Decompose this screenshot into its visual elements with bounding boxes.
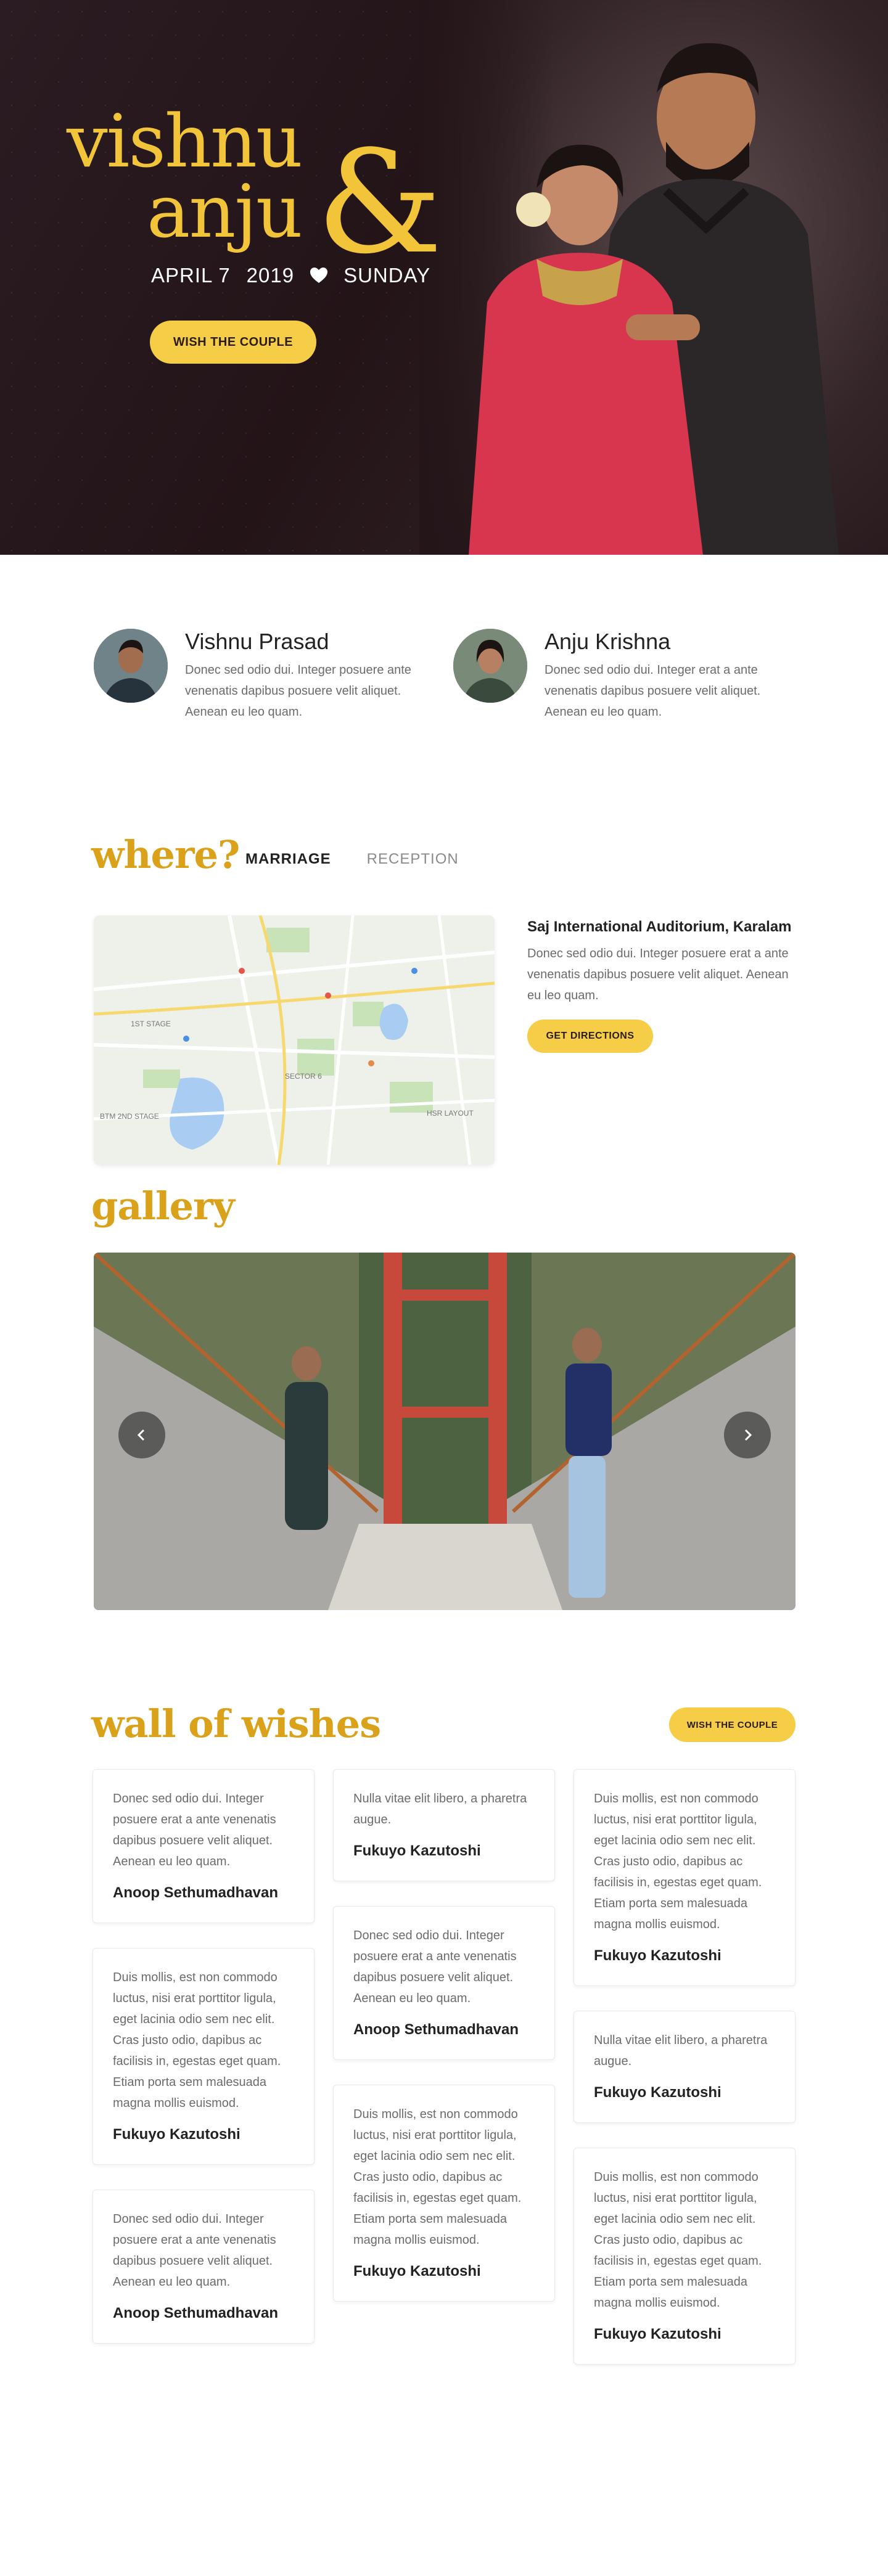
map-label: BTM 2ND STAGE	[100, 1112, 159, 1121]
wish-card: Nulla vitae elit libero, a pharetra augu…	[574, 2011, 796, 2123]
gallery-prev-button[interactable]	[118, 1412, 165, 1458]
wish-text: Duis mollis, est non commodo luctus, nis…	[594, 1792, 762, 1931]
wishes-column: Duis mollis, est non commodo luctus, nis…	[574, 1769, 796, 2365]
wish-card: Donec sed odio dui. Integer posuere erat…	[92, 1769, 314, 1923]
section-title-gallery: gallery	[91, 1184, 235, 1229]
where-section: where? MARRIAGE RECEPTION 1ST STAGE SECT…	[0, 832, 888, 1177]
wish-author: Fukuyo Kazutoshi	[353, 1842, 481, 1859]
venue-tabs: MARRIAGE RECEPTION	[245, 851, 459, 868]
gallery-section: gallery	[0, 1177, 888, 1670]
venue-description: Donec sed odio dui. Integer posuere erat…	[527, 947, 789, 1002]
venue-map[interactable]: 1ST STAGE SECTOR 6 HSR LAYOUT BTM 2ND ST…	[94, 915, 495, 1165]
wish-text: Donec sed odio dui. Integer posuere erat…	[113, 2212, 276, 2289]
wish-author: Fukuyo Kazutoshi	[594, 2326, 722, 2342]
wish-couple-button[interactable]: WISH THE COUPLE	[150, 321, 316, 364]
gallery-next-button[interactable]	[724, 1412, 771, 1458]
wishes-section: wall of wishes WISH THE COUPLE Donec sed…	[0, 1670, 888, 2410]
wish-author: Fukuyo Kazutoshi	[353, 2263, 481, 2280]
get-directions-button[interactable]: GET DIRECTIONS	[527, 1020, 653, 1053]
avatar	[94, 629, 168, 703]
wish-card: Duis mollis, est non commodo luctus, nis…	[574, 1769, 796, 1986]
profile-bio: Donec sed odio dui. Integer erat a ante …	[545, 663, 761, 719]
heart-icon	[310, 268, 328, 283]
wish-couple-button[interactable]: WISH THE COUPLE	[669, 1707, 796, 1742]
map-label: HSR LAYOUT	[427, 1109, 474, 1118]
wishes-column: Nulla vitae elit libero, a pharetra augu…	[333, 1769, 555, 2302]
groom-profile: Vishnu Prasad Donec sed odio dui. Intege…	[94, 629, 419, 722]
gallery-photo	[94, 1253, 796, 1610]
wish-author: Fukuyo Kazutoshi	[594, 2084, 722, 2101]
day-text: SUNDAY	[343, 264, 431, 287]
wish-card: Nulla vitae elit libero, a pharetra augu…	[333, 1769, 555, 1881]
wish-card: Duis mollis, est non commodo luctus, nis…	[574, 2148, 796, 2365]
couple-names: vishnu anju &	[67, 99, 443, 274]
tab-reception[interactable]: RECEPTION	[367, 851, 459, 868]
chevron-left-icon	[137, 1429, 145, 1441]
profile-name: Anju Krishna	[545, 629, 671, 654]
wish-text: Nulla vitae elit libero, a pharetra augu…	[353, 1792, 527, 1826]
wish-card: Duis mollis, est non commodo luctus, nis…	[92, 1948, 314, 2165]
profile-name: Vishnu Prasad	[185, 629, 329, 654]
wish-card: Donec sed odio dui. Integer posuere erat…	[333, 1906, 555, 2060]
map-label: SECTOR 6	[285, 1072, 322, 1081]
profile-bio: Donec sed odio dui. Integer posuere ante…	[185, 663, 411, 719]
couple-photo	[419, 0, 888, 555]
chevron-right-icon	[744, 1429, 752, 1441]
wish-text: Duis mollis, est non commodo luctus, nis…	[113, 1971, 281, 2110]
tab-marriage[interactable]: MARRIAGE	[245, 851, 331, 868]
bride-profile: Anju Krishna Donec sed odio dui. Integer…	[453, 629, 779, 722]
wish-text: Duis mollis, est non commodo luctus, nis…	[353, 2108, 522, 2247]
bride-first-name: anju	[147, 169, 303, 254]
venue-details: Saj International Auditorium, Karalam Do…	[527, 918, 799, 1053]
wish-text: Nulla vitae elit libero, a pharetra augu…	[594, 2034, 768, 2068]
wish-author: Anoop Sethumadhavan	[113, 2305, 279, 2321]
section-title-wishes: wall of wishes	[91, 1701, 381, 1746]
map-label: 1ST STAGE	[131, 1020, 171, 1028]
wishes-column: Donec sed odio dui. Integer posuere erat…	[92, 1769, 314, 2344]
ampersand: &	[316, 121, 443, 285]
wish-card: Duis mollis, est non commodo luctus, nis…	[333, 2085, 555, 2302]
wish-text: Duis mollis, est non commodo luctus, nis…	[594, 2170, 762, 2310]
wish-author: Fukuyo Kazutoshi	[113, 2126, 240, 2143]
wish-author: Fukuyo Kazutoshi	[594, 1947, 722, 1964]
groom-first-name: vishnu	[67, 99, 303, 184]
bride-illustration	[469, 144, 703, 555]
gallery-slide	[94, 1253, 796, 1610]
wish-card: Donec sed odio dui. Integer posuere erat…	[92, 2190, 314, 2344]
venue-name: Saj International Auditorium, Karalam	[527, 918, 792, 935]
section-title-where: where?	[91, 832, 240, 877]
avatar	[453, 629, 527, 703]
year-text: 2019	[246, 264, 295, 287]
wish-text: Donec sed odio dui. Integer posuere erat…	[353, 1929, 517, 2005]
page-bottom-spacer	[0, 2410, 888, 2576]
wedding-date: APRIL 7 2019 SUNDAY	[151, 264, 430, 287]
hero-section: vishnu anju & APRIL 7 2019 SUNDAY WISH T…	[0, 0, 888, 555]
wish-author: Anoop Sethumadhavan	[353, 2021, 519, 2038]
date-text: APRIL 7	[151, 264, 231, 287]
wish-text: Donec sed odio dui. Integer posuere erat…	[113, 1792, 276, 1868]
profiles-section: Vishnu Prasad Donec sed odio dui. Intege…	[0, 555, 888, 832]
wish-author: Anoop Sethumadhavan	[113, 1884, 279, 1901]
